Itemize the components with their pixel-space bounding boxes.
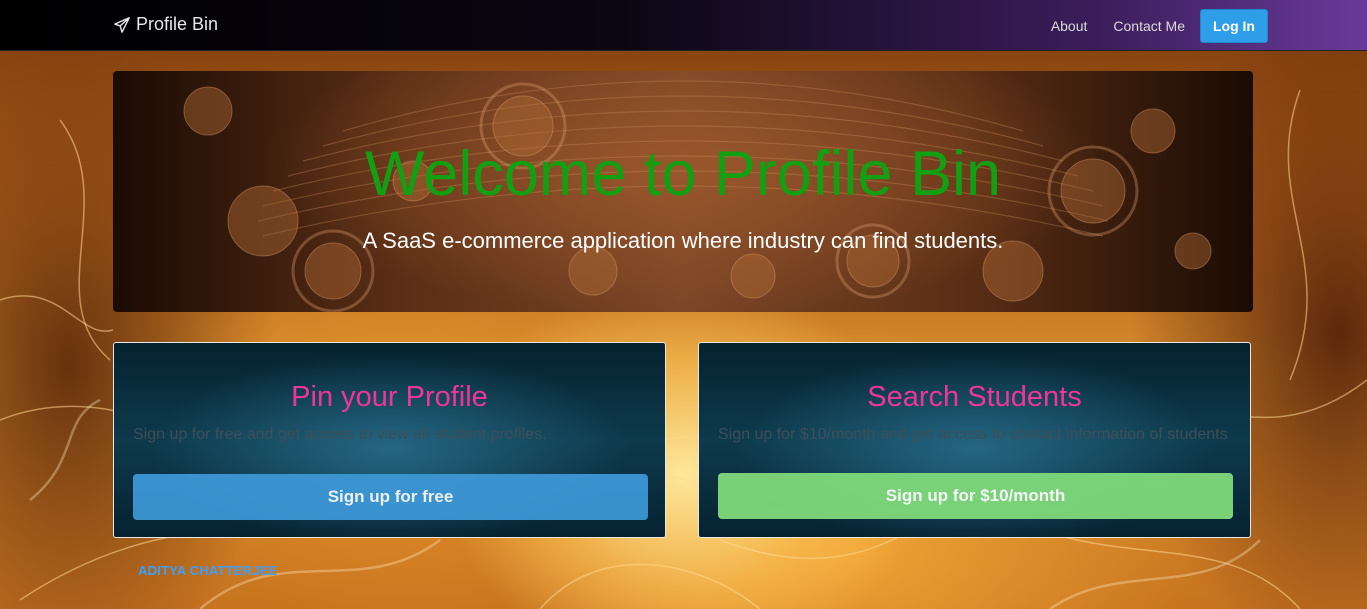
card-title-free: Pin your Profile xyxy=(291,381,488,413)
footer-author: ADITYA CHATTERJEE xyxy=(138,563,278,578)
nav-links: About Contact Me Log In xyxy=(1038,9,1268,43)
paper-plane-icon xyxy=(114,16,130,33)
login-button[interactable]: Log In xyxy=(1200,9,1268,43)
hero-title: Welcome to Profile Bin xyxy=(364,139,1002,209)
brand-label: Profile Bin xyxy=(136,14,219,34)
nav-contact-link[interactable]: Contact Me xyxy=(1100,11,1198,41)
nav-about-link[interactable]: About xyxy=(1038,11,1101,41)
hero-subtitle: A SaaS e-commerce application where indu… xyxy=(362,228,1004,253)
card-text-paid: Sign up for $10/month and get access to … xyxy=(718,426,1228,443)
card-title-paid: Search Students xyxy=(867,381,1082,413)
signup-paid-button[interactable]: Sign up for $10/month xyxy=(718,473,1233,519)
brand-link[interactable]: Profile Bin xyxy=(113,14,218,35)
top-navbar: Profile Bin About Contact Me Log In xyxy=(0,0,1367,51)
paid-signup-card: Search Students Sign up for $10/month an… xyxy=(698,342,1251,538)
signup-free-button[interactable]: Sign up for free xyxy=(133,474,648,520)
hero-jumbotron: Welcome to Profile Bin A SaaS e-commerce… xyxy=(113,71,1253,312)
free-signup-card: Pin your Profile Sign up for free and ge… xyxy=(113,342,666,538)
card-text-free: Sign up for free and get access to view … xyxy=(133,426,547,443)
